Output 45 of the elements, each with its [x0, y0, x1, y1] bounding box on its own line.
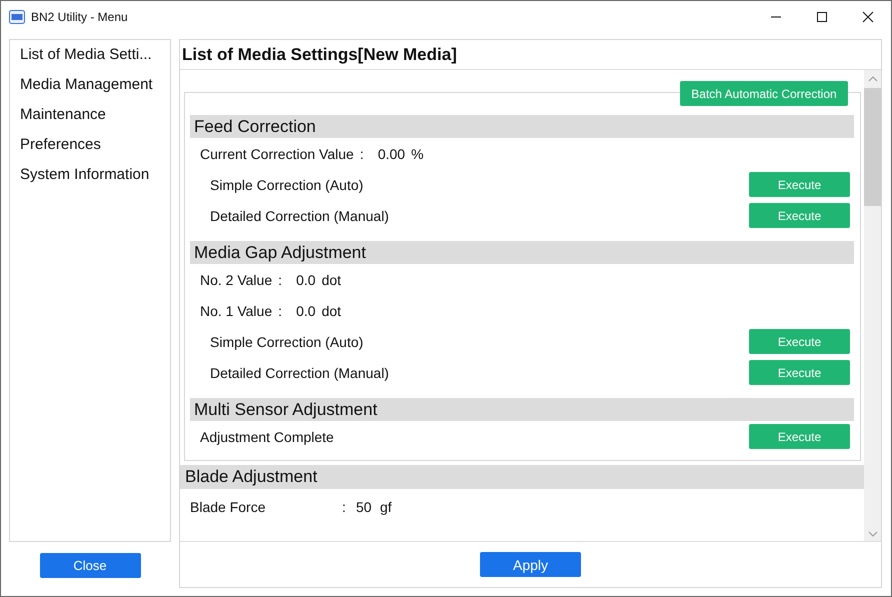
page-heading: List of Media Settings[New Media] — [180, 40, 881, 70]
field-value: 0.0 — [296, 302, 316, 318]
separator: : — [360, 146, 365, 162]
close-icon[interactable] — [862, 10, 874, 22]
unit-label: gf — [380, 499, 392, 515]
execute-button[interactable]: Execute — [749, 172, 850, 197]
field-label: Current Correction Value — [200, 146, 354, 162]
close-button[interactable]: Close — [40, 552, 140, 578]
execute-button[interactable]: Execute — [749, 360, 850, 385]
app-logo-icon — [9, 10, 25, 24]
field-label: No. 2 Value — [200, 272, 272, 288]
sidebar-item[interactable]: Media Management — [10, 74, 170, 99]
field-label: Blade Force — [190, 499, 266, 515]
sidebar-item[interactable]: Maintenance — [10, 104, 170, 129]
section-header: Blade Adjustment — [180, 465, 864, 489]
execute-button[interactable]: Execute — [749, 203, 850, 228]
action-label: Detailed Correction (Manual) — [210, 208, 390, 224]
separator: : — [342, 499, 347, 515]
execute-button[interactable]: Execute — [749, 424, 850, 449]
execute-button[interactable]: Execute — [749, 329, 850, 354]
action-label: Adjustment Complete — [200, 428, 335, 444]
action-label: Simple Correction (Auto) — [210, 334, 364, 350]
window-title: BN2 Utility - Menu — [31, 10, 128, 24]
field-value: 0.00 — [378, 146, 406, 162]
batch-correction-button[interactable]: Batch Automatic Correction — [680, 81, 848, 106]
separator: : — [278, 272, 284, 288]
scrollbar[interactable] — [864, 70, 881, 541]
apply-button[interactable]: Apply — [480, 552, 581, 577]
unit-label: dot — [322, 302, 342, 318]
action-label: Detailed Correction (Manual) — [210, 364, 390, 380]
field-value: 50 — [356, 499, 373, 515]
scrollbar-thumb[interactable] — [864, 88, 881, 206]
sidebar-item[interactable]: System Information — [10, 164, 170, 189]
action-label: Simple Correction (Auto) — [210, 176, 364, 192]
sidebar-item[interactable]: List of Media Setti... — [10, 44, 170, 69]
section-header: Media Gap Adjustment — [190, 241, 854, 264]
sidebar-item[interactable]: Preferences — [10, 134, 170, 159]
unit-label: % — [411, 146, 424, 162]
section-header: Feed Correction — [190, 115, 854, 138]
maximize-icon[interactable] — [816, 10, 828, 22]
section-header: Multi Sensor Adjustment — [190, 398, 854, 421]
unit-label: dot — [322, 272, 342, 288]
field-value: 0.0 — [296, 272, 316, 288]
separator: : — [278, 302, 284, 318]
field-label: No. 1 Value — [200, 302, 272, 318]
